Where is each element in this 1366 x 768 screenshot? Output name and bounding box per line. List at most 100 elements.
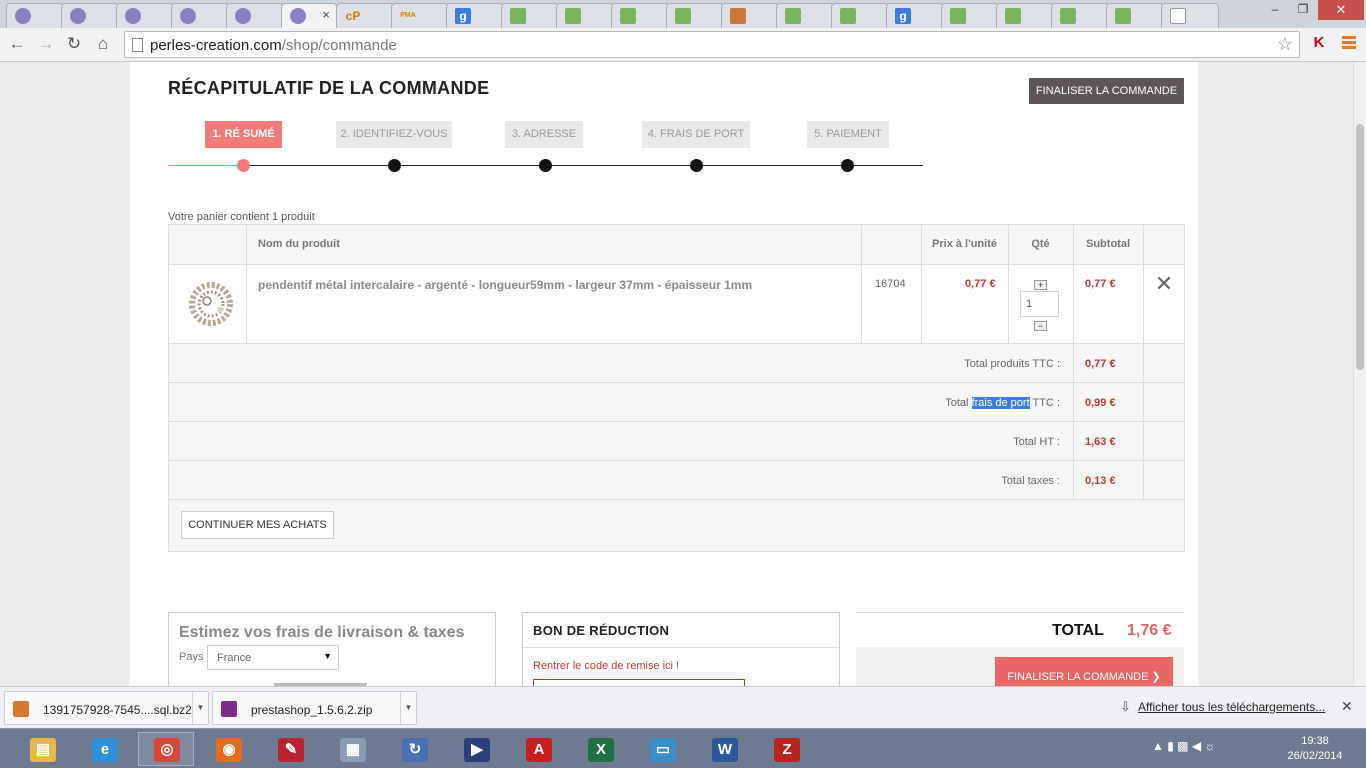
chrome-icon: ◎ (154, 738, 180, 762)
step-shipping: 4. FRAIS DE PORT (642, 121, 750, 148)
home-icon[interactable]: ⌂ (92, 33, 114, 55)
browser-tab[interactable] (941, 3, 999, 28)
taskbar-app-filezilla[interactable]: Z (758, 732, 814, 766)
country-select[interactable]: France ▼ (207, 645, 339, 670)
browser-tab[interactable]: g (886, 3, 944, 28)
browser-tab[interactable] (1161, 3, 1219, 28)
menu-icon[interactable] (1342, 36, 1356, 50)
total-label: TOTAL (1052, 622, 1104, 639)
reload-icon[interactable]: ↻ (63, 33, 85, 55)
order-summary-page: RÉCAPITULATIF DE LA COMMANDE FINALISER L… (130, 62, 1198, 686)
shopify-bag-icon (620, 8, 636, 24)
browser-tab[interactable]: cP (336, 3, 394, 28)
row-divider (169, 421, 1184, 422)
minimize-button[interactable]: – (1262, 0, 1288, 20)
taskbar-app-internet-explorer[interactable]: e (76, 732, 132, 766)
close-tab-icon[interactable]: × (322, 7, 330, 22)
taskbar-app-media-player[interactable]: ▶ (448, 732, 504, 766)
forward-arrow-icon[interactable]: → (35, 33, 57, 55)
step-payment: 5. PAIEMENT (807, 121, 889, 148)
cart-count: Votre panier contient 1 produit (168, 211, 315, 223)
taskbar-app-excel[interactable]: X (572, 732, 628, 766)
cpanel-icon: cP (345, 9, 361, 23)
browser-tab[interactable] (611, 3, 669, 28)
prestashop-icon (290, 8, 306, 24)
dropdown-arrow-icon: ▼ (323, 651, 332, 661)
system-tray[interactable]: ▲ ▮ ▩ ◀ ☼ (1152, 739, 1215, 753)
page-scrollbar[interactable] (1353, 62, 1366, 686)
download-item[interactable]: prestashop_1.5.6.2.zip ▼ (212, 691, 417, 725)
browser-tab[interactable] (6, 3, 64, 28)
column-header-unit-price: Prix à l'unité (932, 238, 997, 250)
quantity-plus-button[interactable]: + (1034, 280, 1047, 290)
back-arrow-icon[interactable]: ← (6, 33, 28, 55)
browser-tab[interactable] (556, 3, 614, 28)
progress-dot (237, 159, 250, 172)
prestashop-icon (235, 8, 251, 24)
browser-tab[interactable] (116, 3, 174, 28)
address-bar[interactable]: perles-creation.com/shop/commande ☆ (124, 31, 1300, 58)
media-player-icon: ▶ (464, 738, 490, 762)
browser-tab[interactable] (501, 3, 559, 28)
browser-tab[interactable] (61, 3, 119, 28)
browser-tab[interactable] (721, 3, 779, 28)
total-taxes-label: Total taxes : (1001, 475, 1060, 487)
filezilla-icon: Z (774, 738, 800, 762)
download-item[interactable]: 1391757928-7545....sql.bz2 ▼ (4, 691, 209, 725)
kaspersky-extension-icon[interactable]: K (1310, 34, 1328, 52)
download-options-icon[interactable]: ▼ (400, 692, 416, 724)
total-value: 1,76 € (1127, 622, 1172, 639)
show-all-downloads-link[interactable]: Afficher tous les téléchargements... (1138, 700, 1325, 714)
clock[interactable]: 19:38 26/02/2014 (1280, 734, 1350, 764)
browser-tab[interactable] (171, 3, 229, 28)
browser-tab[interactable] (666, 3, 724, 28)
shopify-bag-icon (1005, 8, 1021, 24)
word-icon: W (712, 738, 738, 762)
taskbar-app-acrobat[interactable]: A (510, 732, 566, 766)
google-icon: g (455, 8, 471, 24)
quantity-minus-button[interactable]: − (1034, 321, 1047, 331)
bookmark-star-icon[interactable]: ☆ (1277, 34, 1293, 55)
maximize-button[interactable]: ❐ (1290, 0, 1316, 20)
taskbar-app-photo-viewer[interactable]: ▭ (634, 732, 690, 766)
acrobat-icon: A (526, 738, 552, 762)
taskbar-app-notepad[interactable]: ✎ (262, 732, 318, 766)
browser-tab[interactable] (776, 3, 834, 28)
archive-file-icon (13, 701, 29, 717)
taskbar-app-chrome[interactable]: ◎ (138, 732, 194, 766)
voucher-panel: BON DE RÉDUCTION Rentrer le code de remi… (522, 612, 840, 686)
browser-tab[interactable]: g (446, 3, 504, 28)
progress-dot (388, 159, 401, 172)
quantity-input[interactable] (1020, 291, 1059, 317)
browser-tab[interactable] (226, 3, 284, 28)
browser-tab[interactable]: PMA (391, 3, 449, 28)
voucher-title: BON DE RÉDUCTION (533, 623, 670, 638)
column-divider (1008, 225, 1009, 343)
voucher-code-input[interactable] (533, 679, 745, 686)
continue-shopping-button[interactable]: CONTINUER MES ACHATS (181, 511, 334, 539)
browser-tab[interactable]: × (281, 3, 337, 28)
browser-tab[interactable] (1051, 3, 1109, 28)
taskbar-app-firefox[interactable]: ◉ (200, 732, 256, 766)
taskbar-app-calculator[interactable]: ▦ (324, 732, 380, 766)
close-window-button[interactable]: ✕ (1318, 0, 1364, 20)
shopify-bag-icon (785, 8, 801, 24)
taskbar-app-file-explorer[interactable]: ▤ (14, 732, 70, 766)
close-icon[interactable]: ✕ (1341, 698, 1353, 715)
tab-strip: – ❐ ✕ × cP PMA g g (0, 0, 1366, 28)
column-header-subtotal: Subtotal (1086, 238, 1130, 250)
column-divider (246, 225, 247, 343)
selected-text: frais de port (971, 397, 1030, 409)
product-thumbnail[interactable] (187, 280, 235, 328)
remove-item-icon[interactable]: ✕ (1154, 273, 1174, 295)
finalize-order-top-button[interactable]: FINALISER LA COMMANDE (1029, 78, 1184, 104)
browser-tab[interactable] (996, 3, 1054, 28)
browser-tab[interactable] (831, 3, 889, 28)
taskbar-app-sync[interactable]: ↻ (386, 732, 442, 766)
download-options-icon[interactable]: ▼ (192, 692, 208, 724)
finalize-order-button[interactable]: FINALISER LA COMMANDE ❯ (995, 657, 1173, 686)
progress-dot (841, 159, 854, 172)
taskbar-app-word[interactable]: W (696, 732, 752, 766)
product-name-link[interactable]: pendentif métal intercalaire - argenté -… (258, 278, 848, 292)
browser-tab[interactable] (1106, 3, 1164, 28)
